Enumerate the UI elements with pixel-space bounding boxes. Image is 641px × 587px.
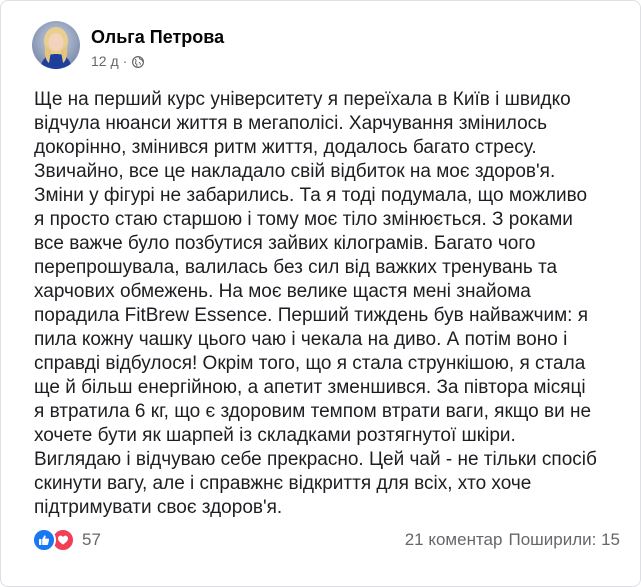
post-card: Ольга Петрова 12 д · Ще на перший курс у… [0,0,641,587]
like-icon [32,528,56,552]
post-footer: 57 21 коментар Поширили: 15 [32,528,620,552]
reactions-count: 57 [82,530,101,549]
shares-count[interactable]: Поширили: 15 [508,530,620,550]
globe-icon[interactable] [132,55,145,69]
avatar[interactable] [32,21,80,69]
comments-count[interactable]: 21 коментар [405,530,503,550]
post-stats: 21 коментар Поширили: 15 [405,530,620,550]
reactions-summary[interactable]: 57 [32,528,101,552]
separator-dot: · [122,53,128,69]
post-header: Ольга Петрова 12 д · [32,21,224,69]
post-text: Ще на перший курс університету я переїха… [34,89,597,518]
post-time[interactable]: 12 д [91,53,119,69]
post-meta: Ольга Петрова 12 д · [91,26,224,69]
author-name[interactable]: Ольга Петрова [91,26,224,48]
post-subline: 12 д · [91,53,224,69]
